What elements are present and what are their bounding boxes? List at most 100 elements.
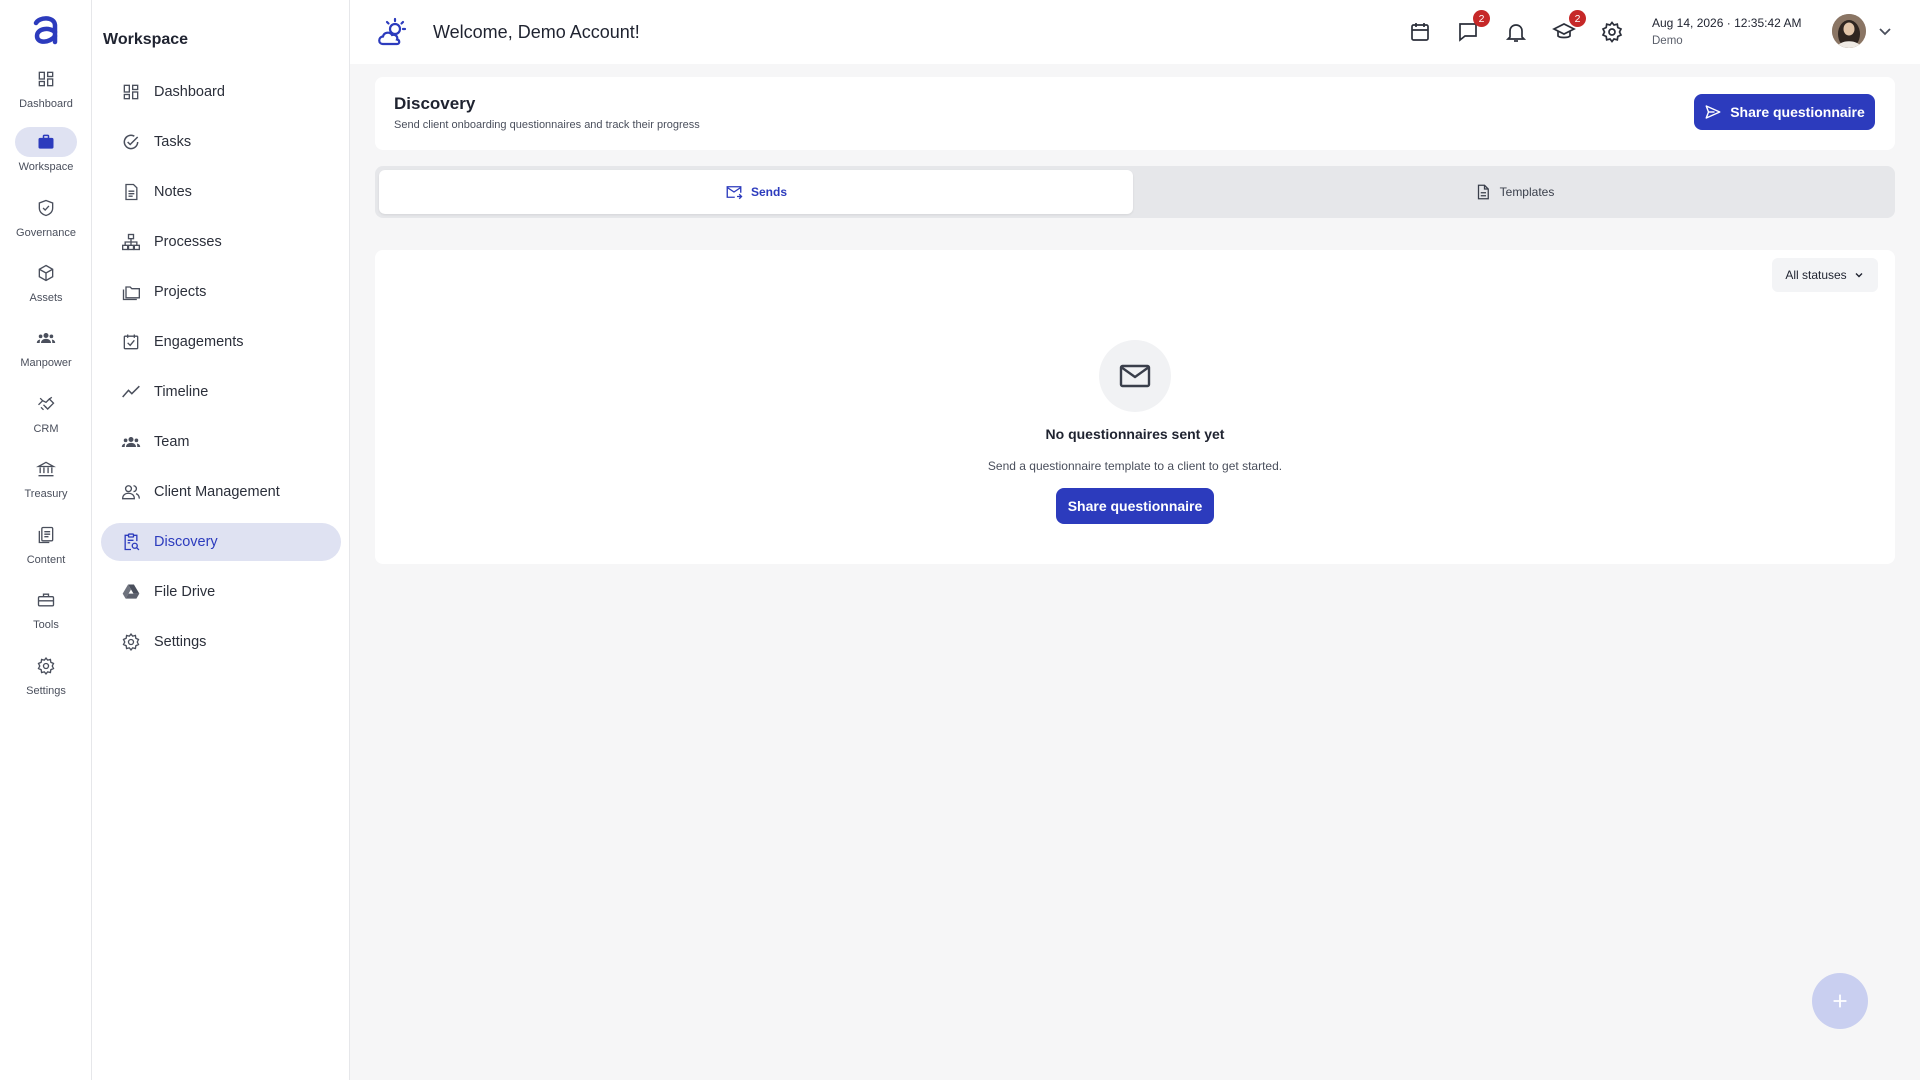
notifications-button[interactable]: [1504, 20, 1528, 44]
gear-icon: [121, 632, 141, 652]
rail-item-label: Settings: [26, 685, 66, 697]
nav-item-label: Timeline: [154, 384, 209, 400]
calendar-icon: [1408, 20, 1432, 44]
grid-icon: [36, 69, 56, 89]
nav-item-engagements[interactable]: Engagements: [101, 323, 341, 361]
trend-icon: [121, 382, 141, 402]
sends-panel: All statuses No questionnaires sent yet …: [375, 250, 1895, 564]
rail-item-label: Content: [26, 554, 66, 566]
settings-button[interactable]: [1600, 20, 1624, 44]
nav-item-label: Notes: [154, 184, 192, 200]
calendar-button[interactable]: [1408, 20, 1432, 44]
shield-check-icon: [36, 198, 56, 218]
people-icon: [121, 432, 141, 452]
bell-icon: [1504, 20, 1528, 44]
folders-icon: [121, 282, 141, 302]
rail-item-workspace[interactable]: Workspace: [0, 127, 92, 191]
nav-item-label: Projects: [154, 284, 207, 300]
nav-item-file-drive[interactable]: File Drive: [101, 573, 341, 611]
nav-item-label: File Drive: [154, 584, 216, 600]
nav-item-tasks[interactable]: Tasks: [101, 123, 341, 161]
nav-item-processes[interactable]: Processes: [101, 223, 341, 261]
page-title: Discovery: [394, 94, 476, 113]
rail-item-dashboard[interactable]: Dashboard: [0, 64, 92, 128]
empty-state-description: Send a questionnaire template to a clien…: [987, 459, 1283, 473]
nav-item-client-management[interactable]: Client Management: [101, 473, 341, 511]
document-icon: [1474, 183, 1492, 201]
cube-icon: [36, 263, 56, 283]
share-questionnaire-button[interactable]: Share questionnaire: [1694, 94, 1875, 130]
sun-cloud-icon: [376, 16, 410, 50]
tab-label: Sends: [750, 185, 787, 199]
datetime-separator: ·: [1726, 16, 1731, 30]
learning-badge: 2: [1569, 10, 1586, 27]
handshake-icon: [36, 394, 56, 414]
rail-item-manpower[interactable]: Manpower: [0, 323, 92, 387]
chat-badge: 2: [1473, 10, 1490, 27]
status-filter-value: All statuses: [1785, 268, 1847, 282]
organization-name: Demo: [1652, 35, 1683, 47]
tab-templates[interactable]: Templates: [1137, 170, 1891, 214]
share-questionnaire-empty-button[interactable]: Share questionnaire: [1056, 488, 1214, 524]
rail-item-tools[interactable]: Tools: [0, 585, 92, 649]
rail-item-crm[interactable]: CRM: [0, 389, 92, 453]
nav-item-settings[interactable]: Settings: [101, 623, 341, 661]
welcome-message: Welcome, Demo Account!: [433, 22, 640, 42]
send-icon: [1704, 103, 1722, 121]
rail-item-label: Tools: [33, 619, 59, 631]
calendar-check-icon: [121, 332, 141, 352]
clipboard-search-icon: [121, 532, 141, 552]
gear-icon: [1600, 20, 1624, 44]
note-icon: [121, 182, 141, 202]
page-subtitle: Send client onboarding questionnaires an…: [394, 119, 700, 131]
rail-item-assets[interactable]: Assets: [0, 258, 92, 322]
gear-icon: [36, 656, 56, 676]
check-circle-icon: [121, 132, 141, 152]
tab-label: Templates: [1499, 185, 1555, 199]
nav-item-label: Processes: [154, 234, 222, 250]
hierarchy-icon: [121, 232, 141, 252]
rail-item-label: Governance: [16, 227, 76, 239]
learning-button[interactable]: 2: [1552, 10, 1586, 44]
share-questionnaire-empty-label: Share questionnaire: [1067, 498, 1203, 514]
nav-item-timeline[interactable]: Timeline: [101, 373, 341, 411]
top-header: Welcome, Demo Account! 2 2 Aug 14, 2026 …: [350, 0, 1920, 64]
bank-icon: [36, 459, 56, 479]
plus-icon: [1829, 990, 1851, 1012]
rail-item-label: Treasury: [24, 488, 68, 500]
people-icon: [36, 328, 56, 348]
nav-item-label: Dashboard: [154, 84, 225, 100]
status-filter-select[interactable]: All statuses: [1772, 258, 1878, 292]
chevron-down-icon[interactable]: [1876, 22, 1894, 40]
rail-item-content[interactable]: Content: [0, 520, 92, 584]
nav-item-label: Tasks: [154, 134, 192, 150]
current-time: 12:35:42 AM: [1734, 16, 1802, 30]
chat-button[interactable]: 2: [1456, 10, 1490, 44]
avatar[interactable]: [1832, 14, 1866, 48]
rail-item-governance[interactable]: Governance: [0, 193, 92, 257]
rail-item-settings[interactable]: Settings: [0, 651, 92, 715]
nav-item-notes[interactable]: Notes: [101, 173, 341, 211]
briefcase-icon: [36, 132, 56, 152]
add-fab-button[interactable]: [1812, 973, 1868, 1029]
current-date: Aug 14, 2026: [1652, 16, 1724, 30]
tab-sends[interactable]: Sends: [379, 170, 1133, 214]
nav-item-team[interactable]: Team: [101, 423, 341, 461]
client-icon: [121, 482, 141, 502]
rail-item-treasury[interactable]: Treasury: [0, 454, 92, 518]
nav-item-discovery[interactable]: Discovery: [101, 523, 341, 561]
nav-item-label: Team: [154, 434, 190, 450]
toolbox-icon: [36, 590, 56, 610]
sidenav-title: Workspace: [103, 31, 189, 48]
nav-item-dashboard[interactable]: Dashboard: [101, 73, 341, 111]
rail-item-label: Dashboard: [19, 98, 73, 110]
icon-rail: Dashboard Workspace Governance Assets Ma…: [0, 0, 92, 1080]
workspace-sidenav: Workspace Dashboard Tasks Notes Processe…: [92, 0, 350, 1080]
brand-a-icon[interactable]: [28, 12, 64, 48]
rail-item-label: CRM: [33, 423, 59, 435]
nav-item-projects[interactable]: Projects: [101, 273, 341, 311]
drive-icon: [121, 582, 141, 602]
empty-state-title: No questionnaires sent yet: [1045, 426, 1225, 442]
envelope-icon: [1099, 340, 1171, 412]
mail-send-icon: [725, 183, 743, 201]
